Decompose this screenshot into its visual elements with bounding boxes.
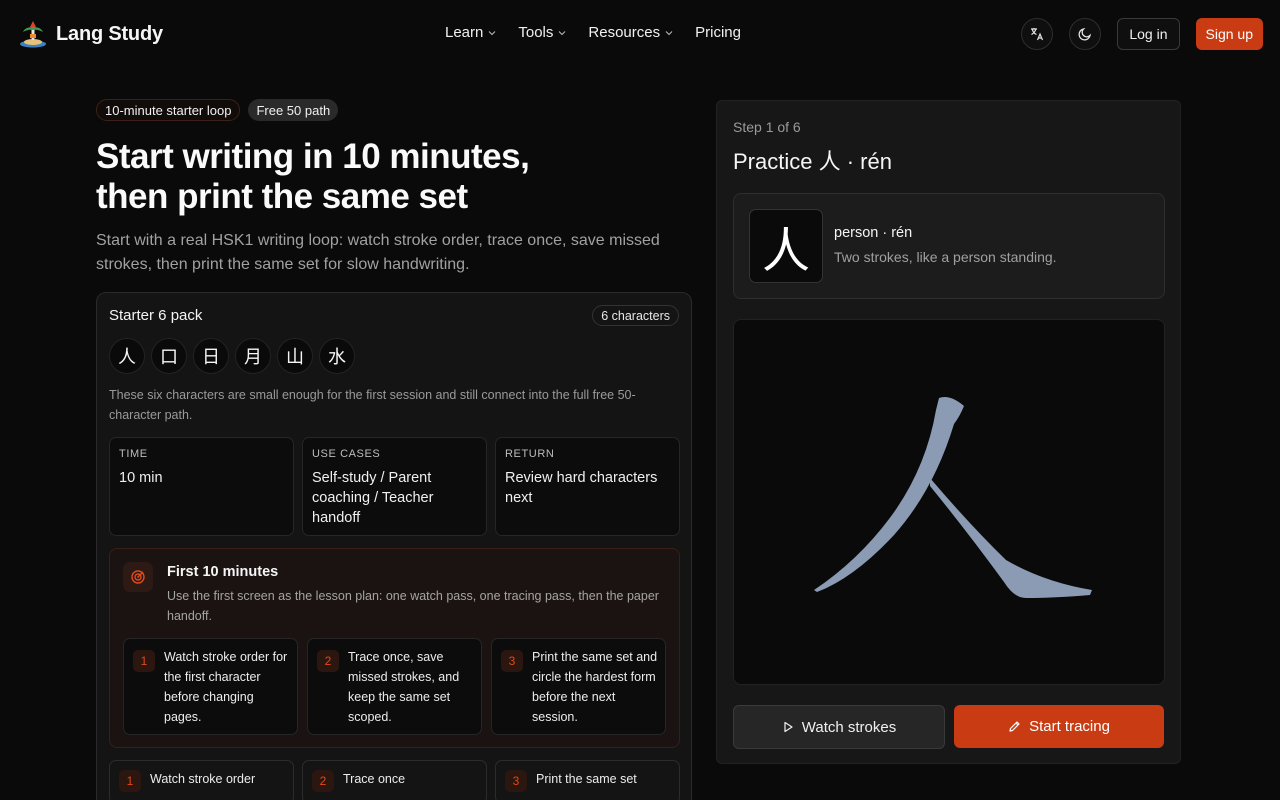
step-text: Watch stroke order for the first charact… [164, 650, 288, 724]
stat-label: RETURN [505, 448, 555, 460]
first-10-description: Use the first screen as the lesson plan:… [167, 589, 659, 623]
nav-tools[interactable]: Tools [518, 24, 566, 41]
hero-title-line2: then print the same set [96, 177, 468, 216]
step-number: 3 [505, 770, 527, 792]
step-number: 1 [133, 650, 155, 672]
lesson-step: 3 Print the same set and circle the hard… [491, 638, 666, 735]
step-text: Watch stroke order [150, 772, 256, 786]
brand[interactable]: Lang Study [18, 19, 163, 49]
step-text: Trace once, save missed strokes, and kee… [348, 650, 460, 724]
stat-label: USE CASES [312, 448, 381, 460]
nav-label: Resources [588, 24, 661, 41]
stat-value: 10 min [119, 470, 163, 486]
header-actions: Log in Sign up [1021, 18, 1263, 50]
stat-label: TIME [119, 448, 148, 460]
step-text: Print the same set [536, 772, 637, 786]
stat-value: Self-study / Parent coaching / Teacher h… [312, 470, 434, 526]
site-header: Lang Study Learn Tools Resources Pricing [0, 0, 1280, 68]
chevron-down-icon [559, 30, 566, 35]
character-chip[interactable]: 口 [151, 338, 187, 374]
step-text: Trace once [343, 772, 406, 786]
practice-title: Practice 人 · rén [733, 149, 892, 174]
stat-return: RETURN Review hard characters next [495, 437, 680, 536]
pencil-icon [1009, 721, 1020, 732]
character-gloss: person · rén [834, 225, 913, 241]
tag-starter-loop: 10-minute starter loop [96, 99, 241, 121]
signup-button[interactable]: Sign up [1195, 18, 1263, 50]
island-logo-icon [18, 19, 48, 49]
nav-label: Learn [445, 24, 484, 41]
character-chips: 人 口 日 月 山 水 [109, 338, 355, 374]
stroke-2 [930, 478, 1092, 598]
character-info-card: 人 person · rén Two strokes, like a perso… [733, 193, 1165, 299]
lesson-step: 1 Watch stroke order for the first chara… [123, 638, 298, 735]
first-10-minutes-card: First 10 minutes Use the first screen as… [109, 548, 680, 748]
quick-steps: 1 Watch stroke order 2 Trace once 3 Prin… [109, 760, 680, 800]
nav-label: Tools [518, 24, 554, 41]
stat-time: TIME 10 min [109, 437, 294, 536]
lesson-step: 2 Trace once, save missed strokes, and k… [307, 638, 482, 735]
chevron-down-icon [665, 30, 673, 35]
pack-description: These six characters are small enough fo… [109, 388, 636, 422]
target-icon [123, 562, 153, 592]
brand-name: Lang Study [56, 22, 163, 45]
hero-title: Start writing in 10 minutes, then print … [96, 137, 656, 217]
pack-stats: TIME 10 min USE CASES Self-study / Paren… [109, 437, 680, 536]
quick-step[interactable]: 3 Print the same set [495, 760, 680, 800]
main-nav: Learn Tools Resources Pricing [445, 24, 741, 41]
step-indicator: Step 1 of 6 [733, 119, 801, 135]
moon-icon [1078, 27, 1092, 41]
watch-label: Watch strokes [801, 718, 897, 736]
start-tracing-button[interactable]: Start tracing [954, 705, 1164, 748]
trace-label: Start tracing [1029, 718, 1110, 735]
practice-panel: Step 1 of 6 Practice 人 · rén 人 person · … [716, 100, 1181, 764]
play-icon [784, 721, 793, 733]
nav-pricing[interactable]: Pricing [695, 24, 741, 41]
tag-free-path: Free 50 path [248, 99, 339, 121]
quick-step[interactable]: 2 Trace once [302, 760, 487, 800]
first-10-steps: 1 Watch stroke order for the first chara… [123, 638, 666, 735]
hero-tags: 10-minute starter loop Free 50 path [96, 99, 339, 121]
character-chip[interactable]: 山 [277, 338, 313, 374]
login-button[interactable]: Log in [1117, 18, 1180, 50]
quick-step[interactable]: 1 Watch stroke order [109, 760, 294, 800]
character-glyph: 人 [749, 209, 823, 283]
watch-strokes-button[interactable]: Watch strokes [733, 705, 945, 749]
step-number: 2 [317, 650, 339, 672]
nav-resources[interactable]: Resources [588, 24, 673, 41]
language-button[interactable] [1021, 18, 1054, 50]
stat-use-cases: USE CASES Self-study / Parent coaching /… [302, 437, 487, 536]
character-chip[interactable]: 水 [319, 338, 355, 374]
nav-learn[interactable]: Learn [445, 24, 496, 41]
character-chip[interactable]: 日 [193, 338, 229, 374]
hero-subtitle: Start with a real HSK1 writing loop: wat… [96, 232, 660, 273]
stat-value: Review hard characters next [505, 470, 658, 506]
stroke-diagram [814, 397, 1092, 598]
first-10-title: First 10 minutes [167, 564, 279, 580]
pack-title: Starter 6 pack [109, 307, 203, 324]
step-number: 3 [501, 650, 523, 672]
character-chip[interactable]: 月 [235, 338, 271, 374]
step-text: Print the same set and circle the hardes… [532, 650, 658, 724]
step-number: 1 [119, 770, 141, 792]
starter-pack-card: Starter 6 pack 6 characters 人 口 日 月 山 水 … [96, 292, 692, 800]
chevron-down-icon [489, 30, 496, 35]
nav-label: Pricing [695, 24, 741, 41]
step-number: 2 [312, 770, 334, 792]
stroke-canvas[interactable] [733, 319, 1165, 685]
pack-count-badge: 6 characters [592, 305, 679, 326]
language-icon [1031, 28, 1044, 41]
character-chip[interactable]: 人 [109, 338, 145, 374]
character-description: Two strokes, like a person standing. [834, 249, 1057, 265]
theme-toggle-button[interactable] [1069, 18, 1102, 50]
hero-title-line1: Start writing in 10 minutes, [96, 137, 530, 176]
